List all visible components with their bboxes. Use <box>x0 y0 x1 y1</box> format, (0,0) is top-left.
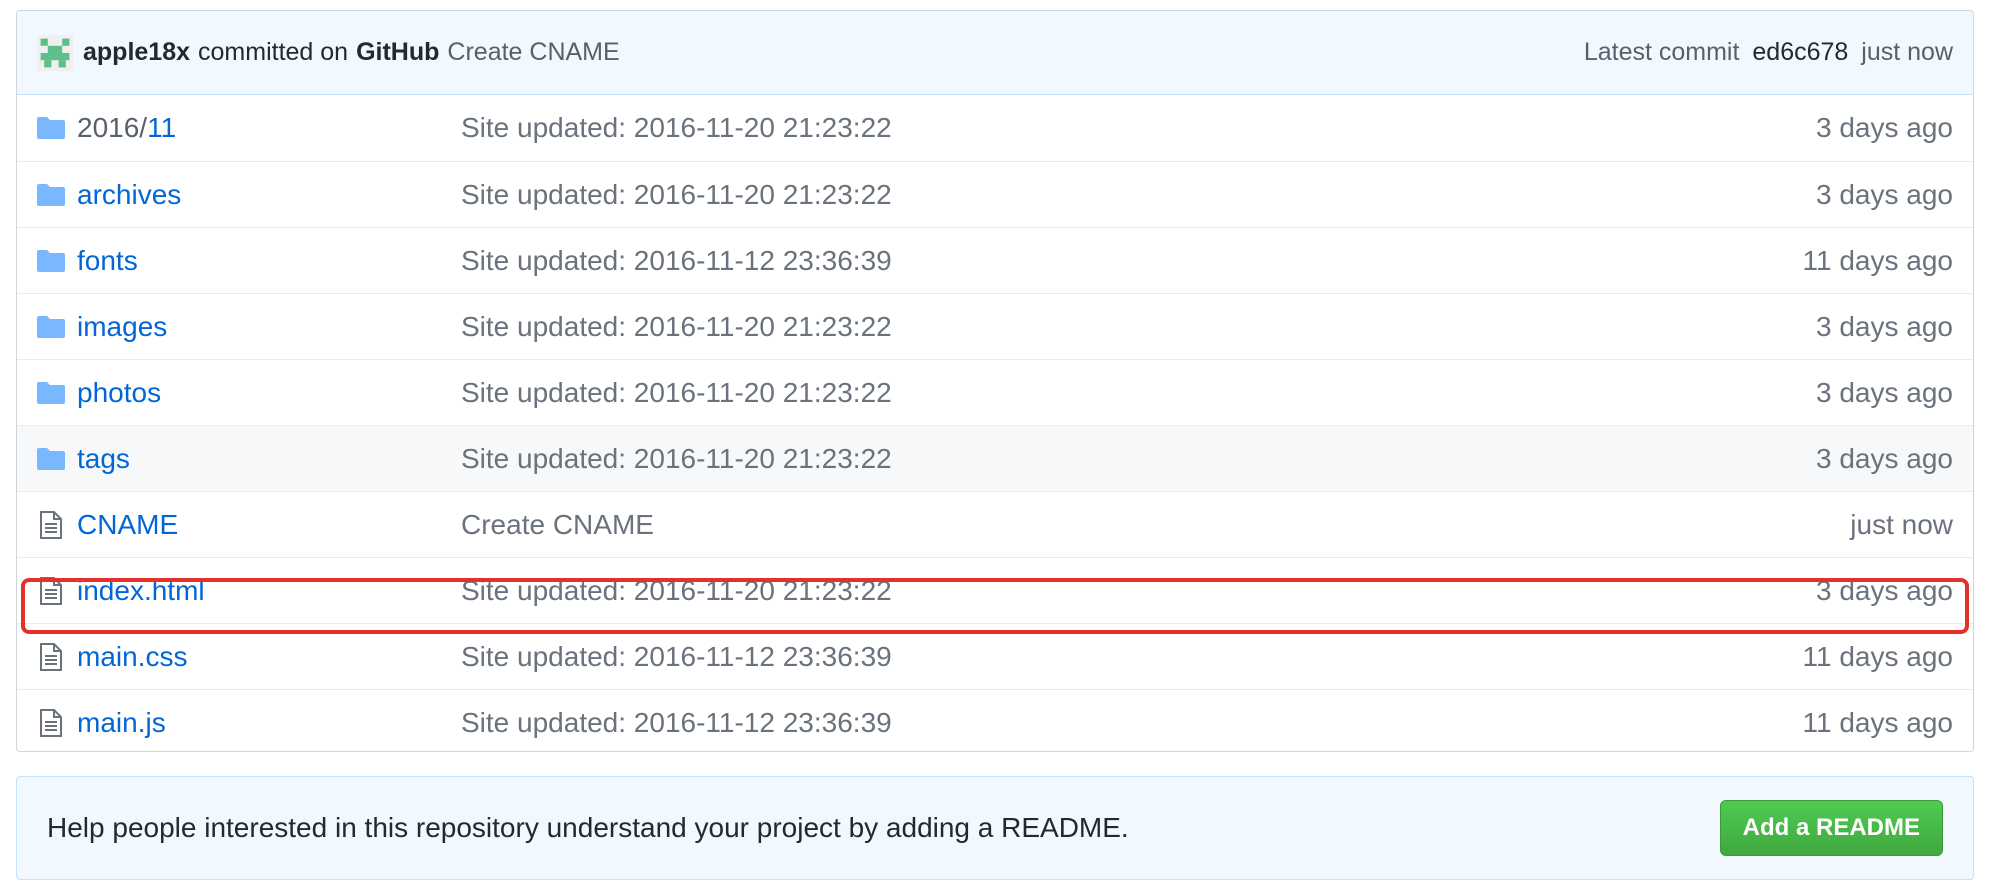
file-age: 3 days ago <box>1816 442 1953 474</box>
file-list-panel: apple18x committed on GitHub Create CNAM… <box>16 10 1974 752</box>
file-row[interactable]: archives Site updated: 2016-11-20 21:23:… <box>17 161 1973 227</box>
commit-time: just now <box>1861 38 1953 66</box>
file-name-link[interactable]: index.html <box>77 575 461 607</box>
file-name-text: 11 <box>147 112 177 143</box>
file-icon <box>37 708 65 737</box>
file-commit-message[interactable]: Site updated: 2016-11-12 23:36:39 <box>461 641 1803 673</box>
file-age: 3 days ago <box>1816 178 1953 210</box>
file-row[interactable]: index.html Site updated: 2016-11-20 21:2… <box>17 557 1973 623</box>
folder-icon <box>37 247 65 275</box>
file-row[interactable]: images Site updated: 2016-11-20 21:23:22… <box>17 293 1973 359</box>
commit-message-link[interactable]: Create CNAME <box>447 38 619 67</box>
file-row[interactable]: photos Site updated: 2016-11-20 21:23:22… <box>17 359 1973 425</box>
file-age: 3 days ago <box>1816 112 1953 143</box>
file-row[interactable]: main.js Site updated: 2016-11-12 23:36:3… <box>17 689 1973 751</box>
file-age: 11 days ago <box>1802 244 1954 276</box>
folder-icon <box>37 445 65 473</box>
file-commit-message[interactable]: Site updated: 2016-11-12 23:36:39 <box>461 707 1803 739</box>
file-age: just now <box>1850 508 1953 540</box>
file-name-prefix: 2016/ <box>77 112 148 143</box>
readme-prompt: Help people interested in this repositor… <box>16 776 1974 880</box>
file-name-link[interactable]: main.js <box>77 707 461 739</box>
file-commit-message[interactable]: Site updated: 2016-11-20 21:23:22 <box>461 311 1816 343</box>
commit-via-github: GitHub <box>356 38 440 66</box>
file-name-link[interactable]: tags <box>77 443 461 475</box>
file-row[interactable]: tags Site updated: 2016-11-20 21:23:22 3… <box>17 425 1973 491</box>
file-commit-message[interactable]: Site updated: 2016-11-12 23:36:39 <box>461 245 1803 277</box>
avatar[interactable] <box>37 34 73 71</box>
folder-icon <box>37 181 65 209</box>
file-age: 3 days ago <box>1816 376 1953 408</box>
commit-sha-link[interactable]: ed6c678 <box>1752 38 1848 66</box>
latest-commit-info: Latest commit ed6c678 just now <box>1584 38 1953 67</box>
file-name-link[interactable]: main.css <box>77 641 461 673</box>
latest-commit-bar: apple18x committed on GitHub Create CNAM… <box>17 11 1973 95</box>
folder-icon <box>37 313 65 341</box>
file-name-link[interactable]: fonts <box>77 245 461 277</box>
file-commit-message[interactable]: Site updated: 2016-11-20 21:23:22 <box>461 112 1816 144</box>
file-row[interactable]: CNAME Create CNAME just now <box>17 491 1973 557</box>
folder-icon <box>37 379 65 407</box>
add-readme-button[interactable]: Add a README <box>1719 800 1943 856</box>
file-name-link[interactable]: 2016/11 <box>77 112 461 144</box>
file-name-link[interactable]: photos <box>77 377 461 409</box>
folder-icon <box>37 114 65 142</box>
file-icon <box>37 576 65 605</box>
file-row[interactable]: fonts Site updated: 2016-11-12 23:36:39 … <box>17 227 1973 293</box>
file-age: 3 days ago <box>1816 310 1953 342</box>
readme-prompt-text: Help people interested in this repositor… <box>47 812 1129 843</box>
file-icon <box>37 510 65 539</box>
file-icon <box>37 642 65 671</box>
file-age: 3 days ago <box>1816 574 1953 606</box>
file-rows: 2016/11 Site updated: 2016-11-20 21:23:2… <box>17 95 1973 751</box>
file-name-link[interactable]: images <box>77 311 461 343</box>
file-commit-message[interactable]: Site updated: 2016-11-20 21:23:22 <box>461 575 1816 607</box>
file-commit-message[interactable]: Site updated: 2016-11-20 21:23:22 <box>461 179 1816 211</box>
file-name-link[interactable]: archives <box>77 179 461 211</box>
file-commit-message[interactable]: Create CNAME <box>461 509 1850 541</box>
file-age: 11 days ago <box>1802 640 1954 672</box>
commit-author-link[interactable]: apple18x <box>83 38 190 67</box>
file-commit-message[interactable]: Site updated: 2016-11-20 21:23:22 <box>461 377 1816 409</box>
file-commit-message[interactable]: Site updated: 2016-11-20 21:23:22 <box>461 443 1816 475</box>
file-age: 11 days ago <box>1802 706 1954 738</box>
file-row[interactable]: main.css Site updated: 2016-11-12 23:36:… <box>17 623 1973 689</box>
commit-action-text: committed on <box>198 38 349 66</box>
latest-commit-label: Latest commit <box>1583 38 1740 66</box>
file-name-link[interactable]: CNAME <box>77 509 461 541</box>
file-row[interactable]: 2016/11 Site updated: 2016-11-20 21:23:2… <box>17 95 1973 161</box>
